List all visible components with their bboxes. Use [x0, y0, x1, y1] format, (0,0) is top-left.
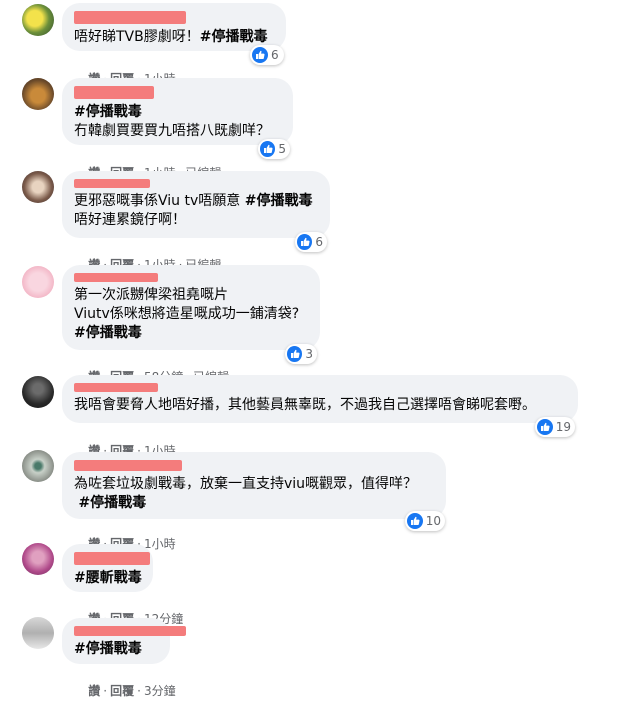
timestamp[interactable]: 1小時: [144, 537, 176, 551]
comment-bubble: 更邪惡嘅事係Viu tv唔願意 #停播戰毒 唔好連累鏡仔啊！: [62, 171, 330, 238]
redacted-name: [74, 179, 150, 188]
avatar[interactable]: [22, 78, 54, 110]
redacted-name: [74, 11, 186, 24]
comment-text: 為咗套垃圾劇戰毒，放棄一直支持viu嘅觀眾，值得咩？ #停播戰毒: [74, 476, 418, 511]
hashtag-link[interactable]: #停播戰毒: [74, 325, 142, 341]
redacted-name: [74, 552, 150, 565]
comment-bubble: 唔好睇TVB膠劇呀！#停播戰毒: [62, 3, 286, 51]
redacted-name: [74, 383, 158, 392]
redacted-name: [74, 273, 158, 282]
reaction-count[interactable]: 10: [405, 511, 445, 531]
comment-bubble: #停播戰毒 冇韓劇買要買九唔搭八既劇咩？: [62, 78, 293, 145]
thumbs-up-icon: [260, 141, 276, 157]
thumbs-up-icon: [252, 47, 268, 63]
reaction-count[interactable]: 5: [258, 139, 290, 159]
thumbs-up-icon: [407, 513, 423, 529]
hashtag-link[interactable]: #停播戰毒: [245, 193, 313, 209]
hashtag-link[interactable]: #停播戰毒: [78, 495, 146, 511]
avatar[interactable]: [22, 543, 54, 575]
comment-actions: 讚 · 回覆 · 3分鐘: [88, 684, 176, 698]
reply-button[interactable]: 回覆: [110, 684, 134, 698]
thumbs-up-icon: [297, 234, 313, 250]
comment-bubble: 第一次派嬲俾梁祖堯嘅片 Viutv係咪想將造星嘅成功一鋪清袋? #停播戰毒: [62, 265, 320, 350]
avatar[interactable]: [22, 376, 54, 408]
avatar[interactable]: [22, 266, 54, 298]
timestamp[interactable]: 3分鐘: [144, 684, 176, 698]
like-button[interactable]: 讚: [88, 684, 100, 698]
reaction-count[interactable]: 19: [535, 417, 575, 437]
avatar[interactable]: [22, 4, 54, 36]
comment-bubble: #停播戰毒: [62, 618, 186, 664]
redacted-name: [74, 460, 182, 471]
comment-bubble: 我唔會要脅人地唔好播，其他藝員無辜既，不過我自己選擇唔會睇呢套嘢。: [62, 375, 578, 423]
reaction-count[interactable]: 6: [250, 45, 284, 65]
comment-text: 唔好睇TVB膠劇呀！#停播戰毒: [74, 29, 268, 45]
hashtag-link[interactable]: #停播戰毒: [74, 641, 142, 657]
comment-text: 更邪惡嘅事係Viu tv唔願意 #停播戰毒 唔好連累鏡仔啊！: [74, 193, 313, 228]
comment-text: 第一次派嬲俾梁祖堯嘅片 Viutv係咪想將造星嘅成功一鋪清袋? #停播戰毒: [74, 287, 300, 341]
reaction-count[interactable]: 3: [285, 344, 317, 364]
comment-text: #停播戰毒 冇韓劇買要買九唔搭八既劇咩？: [74, 104, 270, 139]
thumbs-up-icon: [287, 346, 303, 362]
hashtag-link[interactable]: #腰斬戰毒: [74, 570, 142, 586]
avatar[interactable]: [22, 450, 54, 482]
hashtag-link[interactable]: #停播戰毒: [74, 104, 142, 120]
comment-text: #腰斬戰毒: [74, 569, 142, 588]
thumbs-up-icon: [537, 419, 553, 435]
reaction-count[interactable]: 6: [295, 232, 327, 252]
redacted-name: [74, 86, 154, 99]
redacted-name: [74, 626, 186, 636]
comment-bubble: #腰斬戰毒: [62, 544, 153, 592]
comment-text: 我唔會要脅人地唔好播，其他藝員無辜既，不過我自己選擇唔會睇呢套嘢。: [74, 397, 536, 413]
avatar[interactable]: [22, 617, 54, 649]
avatar[interactable]: [22, 171, 54, 203]
comment-text: #停播戰毒: [74, 640, 158, 659]
comment-bubble: 為咗套垃圾劇戰毒，放棄一直支持viu嘅觀眾，值得咩？ #停播戰毒: [62, 452, 446, 519]
hashtag-link[interactable]: #停播戰毒: [200, 29, 268, 45]
